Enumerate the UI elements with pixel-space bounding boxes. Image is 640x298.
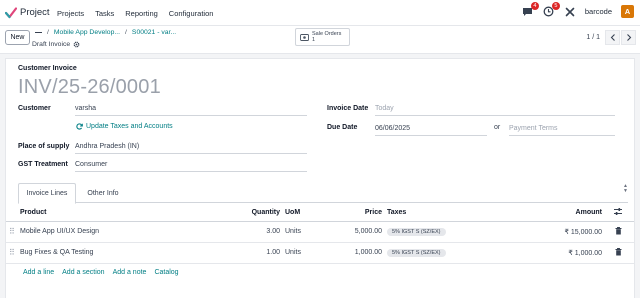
tax-tag[interactable]: 5% IGST S (SZ/EX) (387, 248, 446, 257)
line-amount: ₹ 1,000.00 (492, 242, 602, 264)
main-menu: Projects Tasks Reporting Configuration (57, 9, 213, 18)
update-taxes-label: Update Taxes and Accounts (86, 123, 173, 130)
breadcrumb-sale-order[interactable]: S00021 - var... (132, 29, 176, 36)
invoice-lines-table: Product Quantity UoM Price Taxes Amount … (6, 204, 634, 264)
place-of-supply-underline (75, 153, 307, 154)
line-price[interactable]: 1,000.00 (340, 242, 382, 264)
systray: 4 5 barcode A (522, 1, 634, 18)
line-uom[interactable]: Units (280, 242, 340, 264)
line-amount: ₹ 15,000.00 (492, 221, 602, 243)
table-row[interactable]: ⠿ Mobile App UI/UX Design 3.00 Units 5,0… (6, 221, 634, 243)
odoo-checkmark-logo-icon[interactable] (5, 7, 17, 19)
trash-icon[interactable] (615, 226, 622, 235)
menu-reporting[interactable]: Reporting (125, 9, 158, 18)
gst-treatment-field[interactable]: Consumer (75, 161, 107, 168)
menu-configuration[interactable]: Configuration (169, 9, 214, 18)
invoice-date-label: Invoice Date (327, 105, 369, 112)
due-date-underline (375, 135, 487, 136)
gear-icon[interactable] (73, 41, 80, 48)
due-date-field[interactable]: 06/06/2025 (375, 125, 410, 132)
line-quantity[interactable]: 3.00 (225, 221, 280, 243)
catalog-link[interactable]: Catalog (154, 269, 178, 276)
menu-projects[interactable]: Projects (57, 9, 84, 18)
invoice-form-sheet: Customer Invoice INV/25-26/0001 Customer… (5, 58, 635, 298)
trash-icon[interactable] (615, 247, 622, 256)
gst-treatment-underline (75, 171, 307, 172)
col-product[interactable]: Product (20, 204, 225, 222)
update-taxes-button[interactable]: Update Taxes and Accounts (76, 123, 173, 130)
pager-next-button[interactable] (621, 30, 636, 45)
tools-icon[interactable] (564, 6, 576, 18)
breadcrumb: / Mobile App Develop... / S00021 - var..… (35, 29, 176, 36)
notebook-tabs: Invoice Lines Other Info (18, 183, 628, 204)
line-quantity[interactable]: 1.00 (225, 242, 280, 264)
customer-label: Customer (18, 105, 51, 112)
document-type-label: Customer Invoice (18, 65, 77, 72)
line-product[interactable]: Mobile App UI/UX Design (20, 221, 225, 243)
drag-handle-icon[interactable]: ⠿ (6, 242, 20, 264)
breadcrumb-collapse-icon[interactable] (35, 31, 42, 34)
payment-terms-underline (509, 135, 615, 136)
col-quantity[interactable]: Quantity (225, 204, 280, 222)
scroll-arrows-icon[interactable]: ▲ ▼ (623, 184, 628, 194)
add-line-links: Add a line Add a section Add a note Cata… (23, 269, 179, 276)
place-of-supply-label: Place of supply (18, 143, 70, 150)
new-button[interactable]: New (5, 30, 30, 45)
line-uom[interactable]: Units (280, 221, 340, 243)
place-of-supply-field[interactable]: Andhra Pradesh (IN) (75, 143, 139, 150)
gst-treatment-label: GST Treatment (18, 161, 68, 168)
company-switcher[interactable]: barcode (585, 7, 612, 16)
top-navbar: Project Projects Tasks Reporting Configu… (0, 0, 640, 26)
tab-invoice-lines[interactable]: Invoice Lines (18, 183, 76, 204)
add-a-section-link[interactable]: Add a section (62, 269, 104, 276)
invoice-number: INV/25-26/0001 (18, 76, 161, 98)
invoice-date-field[interactable]: Today (375, 105, 394, 112)
chevron-right-icon (626, 34, 631, 41)
refresh-icon (76, 123, 83, 130)
col-taxes[interactable]: Taxes (382, 204, 492, 222)
breadcrumb-project[interactable]: Mobile App Develop... (54, 29, 120, 36)
drag-handle-icon[interactable]: ⠿ (6, 221, 20, 243)
or-label: or (494, 124, 501, 131)
tab-other-info[interactable]: Other Info (78, 183, 128, 203)
pager-value[interactable]: 1 / 1 (586, 34, 600, 41)
customer-field-underline (75, 115, 307, 116)
due-date-label: Due Date (327, 124, 358, 131)
col-amount[interactable]: Amount (492, 204, 602, 222)
dollar-icon (300, 33, 309, 41)
activity-badge: 5 (551, 1, 560, 10)
column-settings-icon[interactable] (614, 207, 622, 215)
app-name[interactable]: Project (20, 7, 50, 18)
chat-icon[interactable]: 4 (522, 1, 539, 18)
smart-button-count: 1 (312, 37, 316, 43)
add-a-note-link[interactable]: Add a note (113, 269, 147, 276)
current-record-title: Draft Invoice (32, 41, 71, 48)
current-record: Draft Invoice (32, 41, 80, 48)
col-uom[interactable]: UoM (280, 204, 340, 222)
add-a-line-link[interactable]: Add a line (23, 269, 54, 276)
chat-badge: 4 (530, 1, 539, 10)
customer-field[interactable]: varsha (75, 105, 96, 112)
menu-tasks[interactable]: Tasks (95, 9, 114, 18)
table-row[interactable]: ⠿ Bug Fixes & QA Testing 1.00 Units 1,00… (6, 242, 634, 264)
col-price[interactable]: Price (340, 204, 382, 222)
tax-tag[interactable]: 5% IGST S (SZ/EX) (387, 227, 446, 236)
payment-terms-field[interactable]: Payment Terms (509, 125, 558, 132)
table-header-row: Product Quantity UoM Price Taxes Amount (6, 204, 634, 222)
activity-clock-icon[interactable]: 5 (543, 1, 560, 18)
line-product[interactable]: Bug Fixes & QA Testing (20, 242, 225, 264)
sale-orders-smart-button[interactable]: Sale Orders 1 (295, 28, 350, 46)
line-price[interactable]: 5,000.00 (340, 221, 382, 243)
pager-previous-button[interactable] (605, 30, 620, 45)
control-panel: New / Mobile App Develop... / S00021 - v… (0, 26, 640, 54)
user-avatar[interactable]: A (621, 5, 634, 18)
invoice-date-underline (375, 115, 615, 116)
chevron-left-icon (610, 34, 615, 41)
